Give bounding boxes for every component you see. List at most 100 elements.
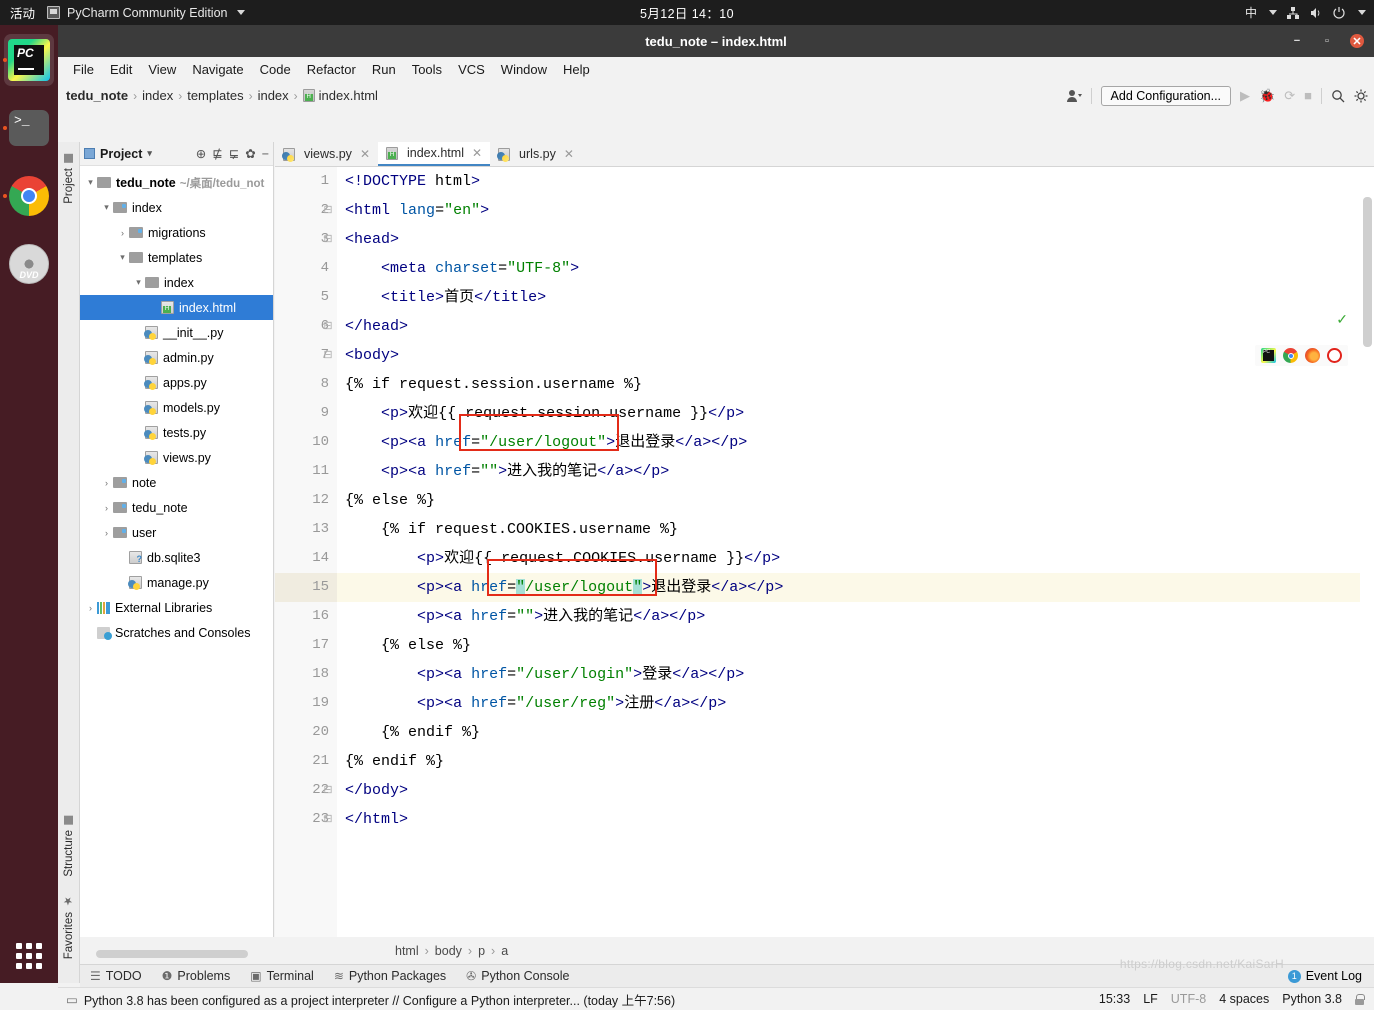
status-interpreter[interactable]: Python 3.8 xyxy=(1282,992,1342,1006)
status-message[interactable]: Python 3.8 has been configured as a proj… xyxy=(84,990,675,1009)
breadcrumb-index-2[interactable]: index xyxy=(258,88,289,103)
gear-icon[interactable] xyxy=(1354,89,1368,103)
code-line-7[interactable]: <body> xyxy=(337,341,1360,370)
volume-icon[interactable] xyxy=(1309,6,1323,20)
code-line-13[interactable]: {% if request.COOKIES.username %} xyxy=(337,515,1360,544)
tree-item-index.html[interactable]: index.html xyxy=(80,295,273,320)
menu-refactor[interactable]: Refactor xyxy=(300,60,363,79)
chevron-right-icon[interactable]: › xyxy=(84,603,97,613)
editor-tab-views-py[interactable]: views.py ✕ xyxy=(275,142,378,166)
breadcrumb-project[interactable]: tedu_note xyxy=(66,88,128,103)
chevron-right-icon[interactable]: › xyxy=(100,528,113,538)
debug-icon[interactable]: 🐞 xyxy=(1259,88,1275,104)
tree-item-migrations[interactable]: › migrations xyxy=(80,220,273,245)
tree-item-index[interactable]: ▾ index xyxy=(80,195,273,220)
close-icon[interactable]: ✕ xyxy=(360,147,370,161)
close-button[interactable]: ✕ xyxy=(1350,34,1364,48)
dock-item-dvd[interactable]: DVD xyxy=(0,233,58,295)
gear-icon[interactable]: ✿ xyxy=(245,146,255,161)
tool-button-todo[interactable]: ☰ TODO xyxy=(90,969,142,983)
tree-item-tedu_note[interactable]: ▾ tedu_note ~/桌面/tedu_not xyxy=(80,170,273,195)
code-line-6[interactable]: </head> xyxy=(337,312,1360,341)
coverage-icon[interactable]: ⟳ xyxy=(1284,88,1295,104)
editor-tab-urls-py[interactable]: urls.py ✕ xyxy=(490,142,582,166)
firefox-icon[interactable] xyxy=(1305,348,1320,363)
user-icon[interactable] xyxy=(1066,89,1082,103)
dock-item-chrome[interactable] xyxy=(0,165,58,227)
expand-icon[interactable]: ⋤ xyxy=(229,146,239,161)
close-icon[interactable]: ✕ xyxy=(564,147,574,161)
menu-window[interactable]: Window xyxy=(494,60,554,79)
opera-icon[interactable] xyxy=(1327,348,1342,363)
run-icon[interactable]: ▶ xyxy=(1240,88,1250,104)
code-fold-toggle[interactable]: ⊟ xyxy=(323,234,333,245)
power-icon[interactable] xyxy=(1332,6,1346,20)
tool-button-python-packages[interactable]: ≋ Python Packages xyxy=(334,969,446,983)
code-line-3[interactable]: <head> xyxy=(337,225,1360,254)
code-line-12[interactable]: {% else %} xyxy=(337,486,1360,515)
input-method-indicator[interactable]: 中 xyxy=(1245,4,1257,21)
menu-tools[interactable]: Tools xyxy=(405,60,449,79)
chevron-down-icon[interactable]: ▾ xyxy=(132,277,145,288)
breadcrumb-a[interactable]: a xyxy=(501,944,508,958)
code-line-22[interactable]: </body> xyxy=(337,776,1360,805)
tree-item-index[interactable]: ▾ index xyxy=(80,270,273,295)
code-line-10[interactable]: <p><a href="/user/logout">退出登录</a></p> xyxy=(337,428,1360,457)
status-indent[interactable]: 4 spaces xyxy=(1219,992,1269,1006)
code-line-20[interactable]: {% endif %} xyxy=(337,718,1360,747)
code-line-21[interactable]: {% endif %} xyxy=(337,747,1360,776)
menu-help[interactable]: Help xyxy=(556,60,597,79)
code-line-16[interactable]: <p><a href="">进入我的笔记</a></p> xyxy=(337,602,1360,631)
tree-item-__init__.py[interactable]: __init__.py xyxy=(80,320,273,345)
add-configuration-button[interactable]: Add Configuration... xyxy=(1100,85,1232,106)
tool-tab-project[interactable]: Project xyxy=(60,148,78,210)
lock-icon[interactable] xyxy=(1355,993,1365,1005)
tree-item-admin.py[interactable]: admin.py xyxy=(80,345,273,370)
menu-edit[interactable]: Edit xyxy=(103,60,139,79)
chevron-right-icon[interactable]: › xyxy=(100,503,113,513)
status-encoding[interactable]: UTF-8 xyxy=(1171,992,1206,1006)
tree-item-views.py[interactable]: views.py xyxy=(80,445,273,470)
dock-item-pycharm[interactable] xyxy=(0,29,58,91)
code-line-17[interactable]: {% else %} xyxy=(337,631,1360,660)
event-log-button[interactable]: 1 Event Log xyxy=(1287,969,1362,983)
project-panel-title[interactable]: Project ▾ xyxy=(84,147,152,161)
minimize-icon[interactable]: − xyxy=(262,147,269,161)
chevron-down-icon[interactable] xyxy=(1358,10,1366,15)
minimize-button[interactable]: − xyxy=(1290,34,1304,48)
inspection-ok-icon[interactable]: ✓ xyxy=(1336,311,1348,328)
tree-item-apps.py[interactable]: apps.py xyxy=(80,370,273,395)
breadcrumb-body[interactable]: body xyxy=(435,944,462,958)
stop-icon[interactable]: ■ xyxy=(1304,88,1312,103)
pycharm-preview-icon[interactable] xyxy=(1261,348,1276,363)
breadcrumb-file[interactable]: index.html xyxy=(319,88,378,103)
chevron-right-icon[interactable]: › xyxy=(100,478,113,488)
tool-tab-structure[interactable]: Structure xyxy=(60,810,78,883)
tree-item-tests.py[interactable]: tests.py xyxy=(80,420,273,445)
menu-navigate[interactable]: Navigate xyxy=(185,60,250,79)
code-line-4[interactable]: <meta charset="UTF-8"> xyxy=(337,254,1360,283)
chrome-icon[interactable] xyxy=(1283,348,1298,363)
code-line-19[interactable]: <p><a href="/user/reg">注册</a></p> xyxy=(337,689,1360,718)
search-icon[interactable] xyxy=(1331,89,1345,103)
horizontal-scrollbar[interactable] xyxy=(96,950,248,958)
show-applications-button[interactable] xyxy=(0,943,58,969)
tree-item-manage.py[interactable]: manage.py xyxy=(80,570,273,595)
menu-file[interactable]: File xyxy=(66,60,101,79)
maximize-button[interactable]: ▫ xyxy=(1320,34,1334,48)
chevron-down-icon[interactable]: ▾ xyxy=(84,177,97,188)
tree-item-db.sqlite3[interactable]: db.sqlite3 xyxy=(80,545,273,570)
breadcrumb-html[interactable]: html xyxy=(395,944,419,958)
vertical-scrollbar[interactable] xyxy=(1363,197,1372,347)
code-content[interactable]: <!DOCTYPE html> <html lang="en"> <head> <m… xyxy=(337,167,1360,937)
tree-item-user[interactable]: › user xyxy=(80,520,273,545)
code-line-9[interactable]: <p>欢迎{{ request.session.username }}</p> xyxy=(337,399,1360,428)
code-fold-toggle[interactable]: ⊟ xyxy=(323,814,333,825)
chevron-right-icon[interactable]: › xyxy=(116,228,129,238)
code-fold-toggle[interactable]: ⊟ xyxy=(323,785,333,796)
code-line-18[interactable]: <p><a href="/user/login">登录</a></p> xyxy=(337,660,1360,689)
close-icon[interactable]: ✕ xyxy=(472,146,482,160)
menu-run[interactable]: Run xyxy=(365,60,403,79)
tree-item-external-libraries[interactable]: › External Libraries xyxy=(80,595,273,620)
chevron-down-icon[interactable]: ▾ xyxy=(100,202,113,213)
